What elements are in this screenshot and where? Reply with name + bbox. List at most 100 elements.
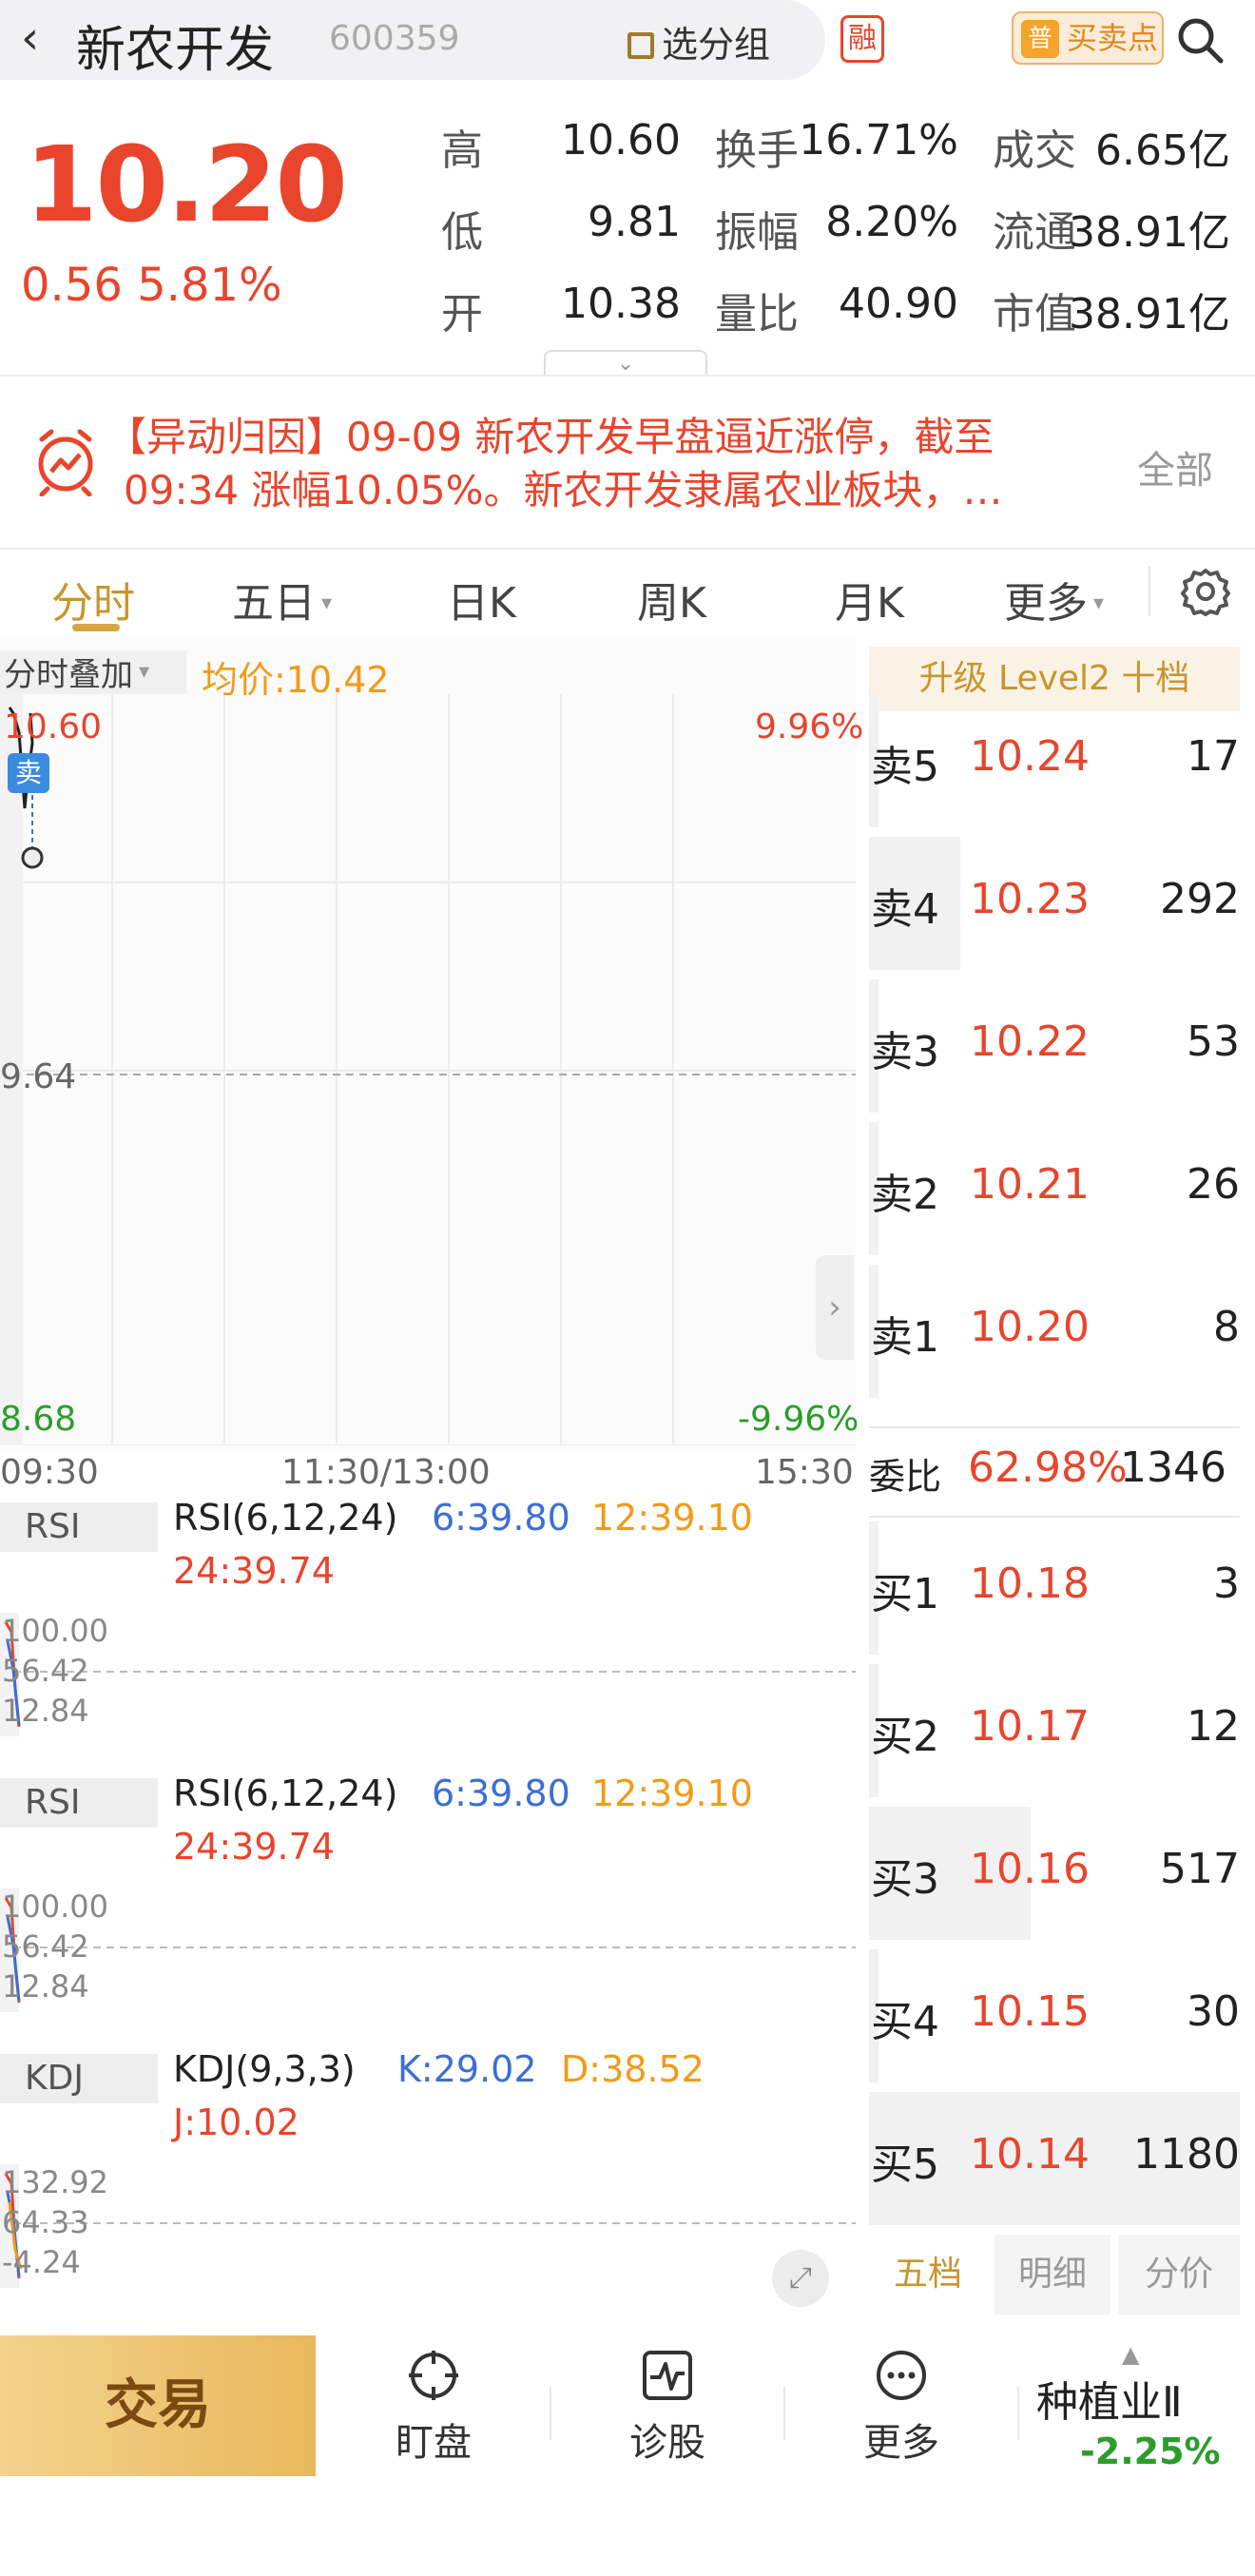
stat-value: 38.91亿 <box>1069 290 1230 339</box>
chevron-down-icon: ▾ <box>139 660 150 684</box>
y-axis-high: 10.60 <box>4 707 103 746</box>
select-group-button[interactable]: 选分组 <box>628 15 770 68</box>
stock-name: 新农开发 <box>76 22 275 79</box>
stat-value: 16.71% <box>799 116 958 165</box>
indicator-name: RSI(6,12,24) <box>173 1497 398 1539</box>
tab-label: 五日 <box>232 579 316 628</box>
indicator-value-1: 6:39.80 <box>432 1497 570 1539</box>
indicator-plot <box>0 2164 856 2288</box>
upgrade-level2-banner[interactable]: 升级 Level2 十档 <box>869 647 1240 711</box>
more-label: 更多 <box>863 2421 939 2465</box>
average-price: 均价:10.42 <box>202 659 390 701</box>
search-icon[interactable] <box>1175 15 1225 65</box>
indicator-selector[interactable]: KDJ <box>0 2054 158 2103</box>
indicator-value-3: 24:39.74 <box>173 1550 335 1592</box>
crosshair-icon <box>409 2351 458 2400</box>
time-end: 15:30 <box>755 1453 854 1492</box>
time-start: 09:30 <box>0 1453 99 1492</box>
tab-label: 分时 <box>51 579 135 628</box>
indicator-axis-high: 100.00 <box>2 1888 108 1925</box>
indicator-axis-mid: 64.33 <box>2 2204 89 2240</box>
more-dots-icon <box>877 2351 926 2400</box>
buy-volume: 517 <box>1160 1845 1240 1893</box>
stat-value: 6.65亿 <box>1095 126 1230 175</box>
more-button[interactable]: 更多 <box>806 2349 996 2467</box>
tab-4[interactable]: 月K <box>835 569 904 629</box>
divider <box>0 548 1255 550</box>
indicator-value-2: 12:39.10 <box>591 1497 753 1539</box>
buy-volume: 1180 <box>1133 2130 1240 2179</box>
anomaly-news[interactable]: 【异动归因】09-09 新农开发早盘逼近涨停，截至 09:34 涨幅10.05%… <box>106 411 1114 517</box>
indicator-axis-low: 12.84 <box>2 1968 89 2005</box>
indicator-value-3: 24:39.74 <box>173 1826 335 1868</box>
news-line-1: 【异动归因】09-09 新农开发早盘逼近涨停，截至 <box>106 414 994 460</box>
buy-volume: 3 <box>1213 1559 1240 1608</box>
tab-5[interactable]: 更多 ▾ <box>1004 569 1104 629</box>
buy-sell-points-button[interactable]: 普买卖点 <box>1012 11 1164 65</box>
sell-level-label: 卖4 <box>871 885 939 934</box>
indicator-value-1: K:29.02 <box>397 2048 537 2090</box>
indicator-axis-high: 100.00 <box>2 1613 108 1649</box>
overlay-dropdown[interactable]: 分时叠加 ▾ <box>0 650 186 694</box>
sell-level-label: 卖1 <box>871 1313 939 1362</box>
indicator-plot <box>0 1888 856 2012</box>
chevron-down-icon: ▾ <box>321 591 333 615</box>
trade-button[interactable]: 交易 <box>0 2335 316 2476</box>
sell-level-label: 卖3 <box>871 1028 939 1076</box>
order-ratio-value: 1346 <box>1120 1443 1226 1492</box>
chevron-right-icon[interactable]: › <box>816 1255 854 1360</box>
chart-grid <box>0 694 856 1445</box>
indicator-selector[interactable]: RSI <box>0 1502 158 1552</box>
stat-label: 开 <box>441 290 483 339</box>
sell-level-label: 卖2 <box>871 1171 939 1219</box>
tab-1[interactable]: 五日 ▾ <box>232 569 332 629</box>
stat-value: 10.38 <box>561 280 681 328</box>
sell-volume: 8 <box>1213 1303 1240 1351</box>
tab-2[interactable]: 日K <box>447 569 516 629</box>
indicator-axis-low: -4.24 <box>2 2244 81 2280</box>
indicator-axis-mid: 56.42 <box>2 1653 89 1689</box>
tab-label: 更多 <box>1004 579 1088 628</box>
buy-sell-label: 买卖点 <box>1067 20 1159 56</box>
sell-volume: 53 <box>1187 1017 1240 1066</box>
sell-volume: 17 <box>1187 732 1240 781</box>
tab-price-breakdown[interactable]: 分价 <box>1118 2235 1240 2315</box>
buy-sell-icon: 普 <box>1021 20 1059 58</box>
expand-chevron-icon[interactable]: ⌄ <box>544 350 707 377</box>
indicator-plot <box>0 1613 856 1736</box>
industry-change: -2.25% <box>1080 2431 1221 2472</box>
news-line-2: 09:34 涨幅10.05%。新农开发隶属农业板块，… <box>124 467 1003 513</box>
watch-button[interactable]: 盯盘 <box>338 2349 529 2467</box>
pulse-icon <box>643 2351 692 2400</box>
indicator-value-1: 6:39.80 <box>432 1772 570 1814</box>
industry-name[interactable]: 种植业Ⅱ <box>1036 2368 1183 2429</box>
indicator-value-3: J:10.02 <box>173 2101 299 2143</box>
news-all-link[interactable]: 全部 <box>1137 439 1213 494</box>
stock-code: 600359 <box>329 19 460 58</box>
pct-axis-high: 9.96% <box>755 707 864 746</box>
pct-axis-low: -9.96% <box>738 1400 859 1439</box>
stat-value: 40.90 <box>839 280 958 328</box>
watch-label: 盯盘 <box>396 2421 472 2465</box>
active-tab-indicator <box>72 624 120 631</box>
order-ratio-label: 委比 <box>869 1456 942 1498</box>
margin-badge[interactable]: 融 <box>840 15 884 63</box>
tab-0[interactable]: 分时 <box>51 569 135 629</box>
buy-level-label: 买2 <box>871 1713 939 1761</box>
tab-detail[interactable]: 明细 <box>994 2235 1110 2315</box>
price-change: 0.56 5.81% <box>21 259 282 312</box>
sell-level-label: 卖5 <box>871 743 939 791</box>
tab-3[interactable]: 周K <box>637 569 706 629</box>
back-icon[interactable]: ‹ <box>21 11 39 65</box>
fullscreen-icon[interactable]: ⤢ <box>772 2250 829 2307</box>
sell-marker[interactable]: 卖 <box>8 753 49 793</box>
diagnose-button[interactable]: 诊股 <box>572 2349 763 2467</box>
time-mid: 11:30/13:00 <box>281 1453 491 1492</box>
buy-level-label: 买1 <box>871 1570 939 1618</box>
indicator-selector[interactable]: RSI <box>0 1778 158 1828</box>
change-percent: 5.81% <box>137 259 282 312</box>
tab-five-levels[interactable]: 五档 <box>869 2235 987 2315</box>
indicator-axis-high: 132.92 <box>2 2164 108 2200</box>
stat-value: 10.60 <box>561 116 681 165</box>
gear-icon[interactable] <box>1179 565 1232 618</box>
